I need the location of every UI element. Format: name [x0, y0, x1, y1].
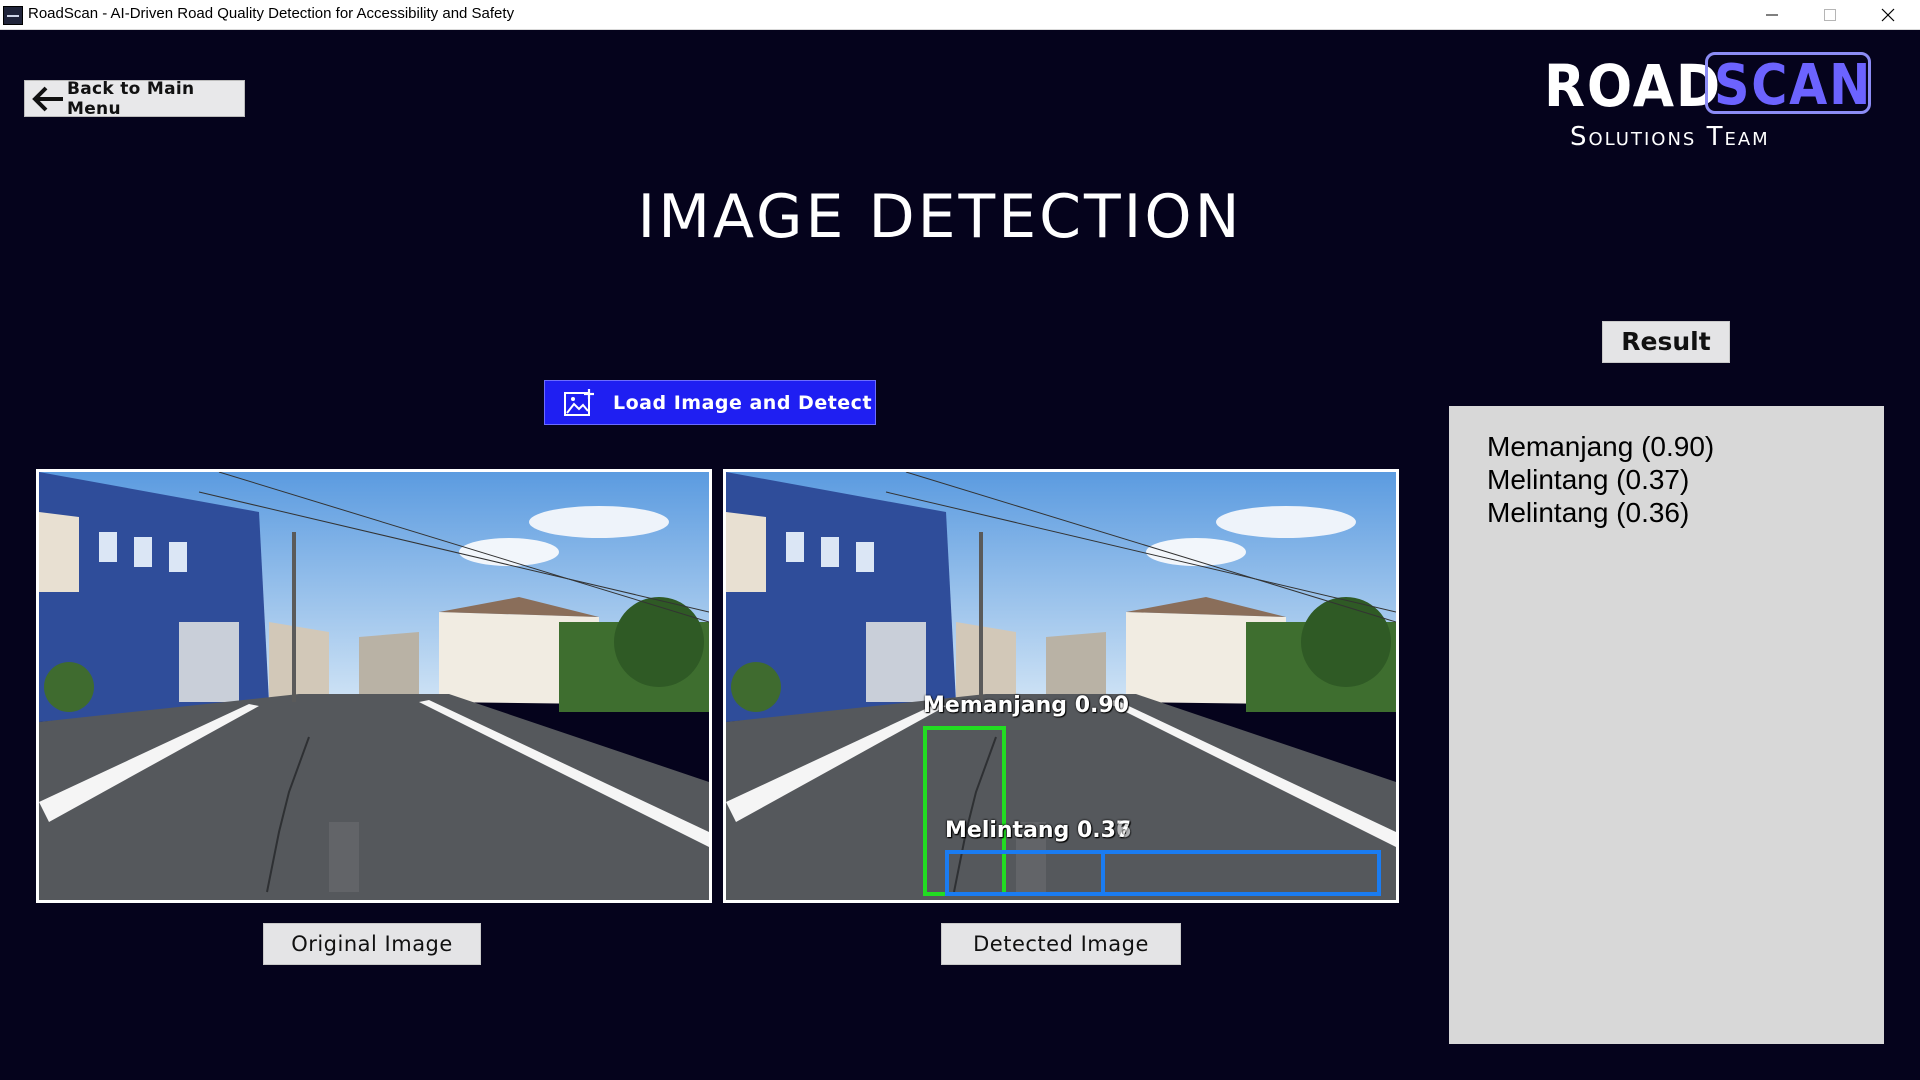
- maximize-icon: [1824, 9, 1836, 21]
- roadscan-logo: ROAD SCAN Solutions Team: [1540, 52, 1880, 152]
- detection-label: Memanjang 0.90: [923, 693, 1129, 718]
- close-button[interactable]: [1859, 0, 1917, 29]
- back-button-label: Back to Main Menu: [67, 78, 195, 119]
- logo-word-scan: SCAN: [1714, 53, 1873, 118]
- close-icon: [1881, 8, 1895, 22]
- result-button[interactable]: Result: [1602, 321, 1730, 363]
- add-image-icon: [564, 388, 594, 416]
- detected-image-button[interactable]: Detected Image: [941, 923, 1181, 965]
- result-item: Memanjang (0.90): [1487, 431, 1715, 462]
- load-image-and-detect-button[interactable]: Load Image and Detect: [544, 380, 876, 425]
- page-title: IMAGE DETECTION: [637, 182, 1243, 252]
- original-image-button[interactable]: Original Image: [263, 923, 481, 965]
- original-image: [36, 469, 712, 903]
- load-button-label: Load Image and Detect: [613, 391, 873, 414]
- minimize-icon: [1766, 14, 1778, 16]
- minimize-button[interactable]: [1743, 0, 1801, 29]
- logo-subtitle: Solutions Team: [1570, 122, 1770, 152]
- detection-label: Melintang 0.36: [945, 818, 1132, 843]
- maximize-button[interactable]: [1801, 0, 1859, 29]
- arrow-left-icon: [31, 85, 65, 113]
- app-icon: [3, 6, 23, 25]
- back-to-main-menu-button[interactable]: Back to Main Menu: [24, 78, 245, 119]
- result-item: Melintang (0.37): [1487, 464, 1690, 495]
- logo-word-road: ROAD: [1544, 52, 1722, 120]
- window-titlebar: RoadScan - AI-Driven Road Quality Detect…: [0, 0, 1920, 30]
- result-panel: Memanjang (0.90) Melintang (0.37) Melint…: [1449, 406, 1884, 1044]
- result-item: Melintang (0.36): [1487, 497, 1690, 528]
- window-title: RoadScan - AI-Driven Road Quality Detect…: [28, 5, 515, 22]
- road-scene-illustration: [39, 472, 709, 900]
